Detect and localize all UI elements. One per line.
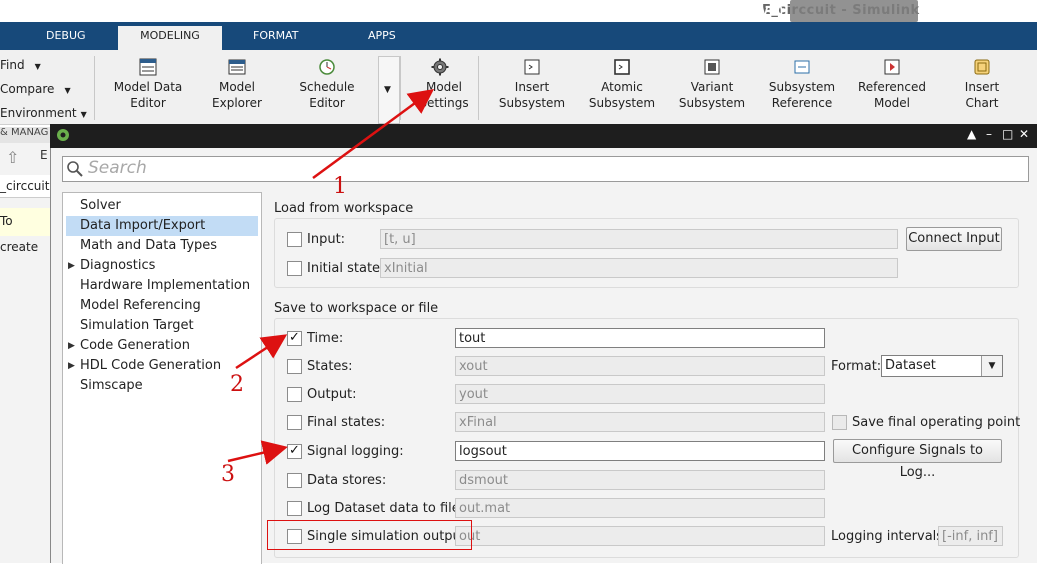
arrow-1 [312,89,435,180]
arrow-2 [235,334,288,370]
annotation-arrows [227,89,435,465]
annotation-number-2: 2 [230,372,244,397]
annotation-number-3: 3 [221,462,235,487]
annotation-number-1: 1 [333,174,347,199]
arrow-3 [227,440,288,465]
